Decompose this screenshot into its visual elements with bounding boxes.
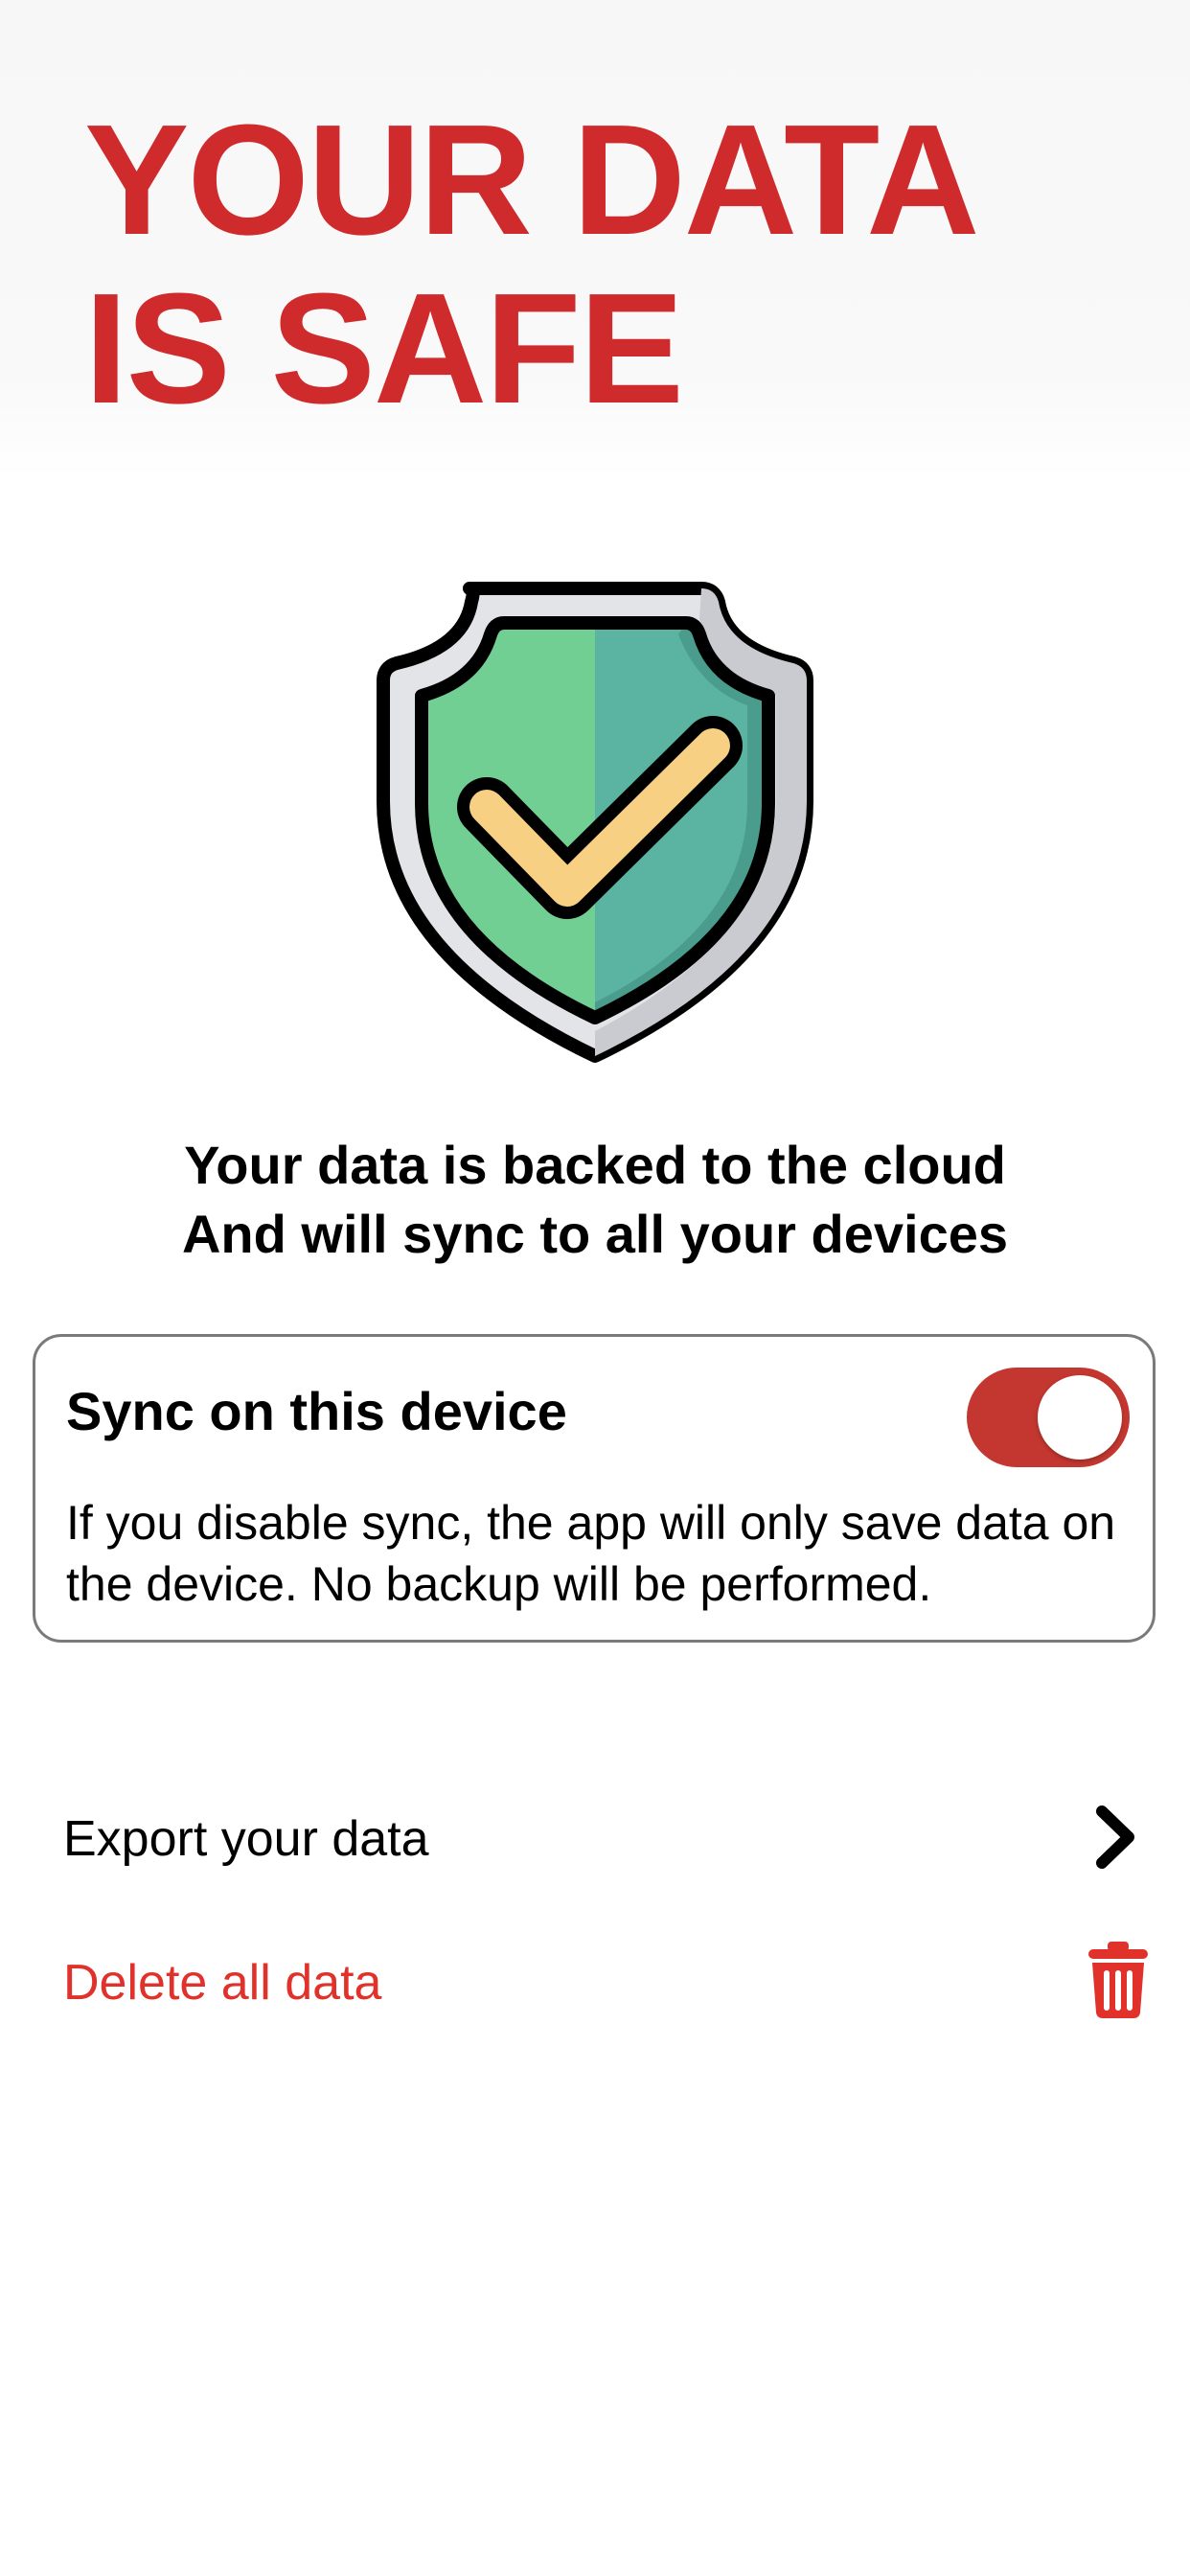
page-title-line-1: YOUR DATA — [84, 92, 980, 267]
sync-toggle-knob — [1038, 1375, 1122, 1460]
export-data-row[interactable]: Export your data — [0, 1784, 1190, 1890]
shield-check-icon — [377, 582, 813, 1063]
trash-icon — [1088, 1942, 1148, 2018]
delete-all-data-row[interactable]: Delete all data — [0, 1928, 1190, 2034]
message-line-1: Your data is backed to the cloud — [184, 1135, 1006, 1195]
sync-description: If you disable sync, the app will only s… — [66, 1496, 1116, 1611]
sync-settings-card: Sync on this device If you disable sync,… — [33, 1334, 1156, 1643]
export-data-label: Export your data — [63, 1811, 429, 1867]
delete-all-data-label: Delete all data — [63, 1955, 382, 2011]
page-title: YOUR DATA IS SAFE — [84, 92, 980, 436]
sync-title: Sync on this device — [66, 1381, 567, 1441]
message-line-2: And will sync to all your devices — [181, 1204, 1009, 1264]
header: YOUR DATA IS SAFE — [0, 0, 1190, 479]
cloud-backup-message: Your data is backed to the cloud And wil… — [0, 1131, 1190, 1269]
sync-toggle[interactable] — [967, 1368, 1130, 1467]
chevron-right-icon — [1096, 1806, 1134, 1869]
page-title-line-2: IS SAFE — [84, 261, 684, 436]
